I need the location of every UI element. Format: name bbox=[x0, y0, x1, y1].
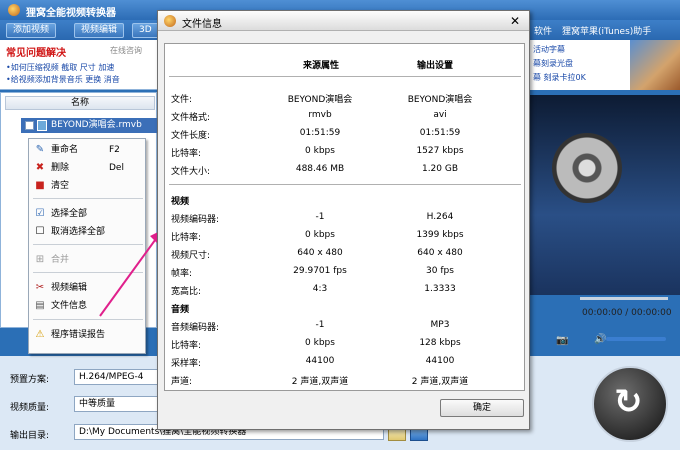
info-label: 比特率: bbox=[171, 341, 202, 351]
info-label: 视频尺寸: bbox=[171, 251, 211, 261]
info-source-value: 4:3 bbox=[312, 284, 328, 294]
info-output-value: 128 kbps bbox=[419, 338, 461, 348]
info-output-value: 1527 kbps bbox=[416, 146, 464, 156]
info-source-value: rmvb bbox=[308, 110, 332, 120]
info-output-value: 30 fps bbox=[426, 266, 454, 276]
ok-button[interactable]: 确定 bbox=[440, 399, 524, 417]
info-source-value: 01:51:59 bbox=[299, 128, 341, 138]
column-output: 输出设置 bbox=[417, 61, 454, 71]
info-label: 帧率: bbox=[171, 269, 193, 279]
info-output-value: avi bbox=[433, 110, 447, 120]
video-section-title: 视频 bbox=[171, 197, 190, 207]
info-source-value: 0 kbps bbox=[305, 230, 335, 240]
dialog-titlebar: 文件信息 ✕ bbox=[158, 11, 529, 31]
column-source: 来源属性 bbox=[303, 61, 340, 71]
info-label: 比特率: bbox=[171, 233, 202, 243]
info-source-value: 0 kbps bbox=[305, 146, 335, 156]
info-output-value: BEYOND演唱会 bbox=[407, 95, 473, 105]
info-source-value: 640 x 480 bbox=[297, 248, 343, 258]
close-icon[interactable]: ✕ bbox=[510, 15, 520, 27]
audio-section-title: 音频 bbox=[171, 305, 190, 315]
info-output-value: MP3 bbox=[430, 320, 450, 330]
info-label: 采样率: bbox=[171, 359, 202, 369]
file-info-dialog: 文件信息 ✕ 来源属性 输出设置 文件: BEYOND演唱会 BEYOND演唱会… bbox=[157, 10, 530, 430]
dialog-separator bbox=[169, 184, 521, 185]
info-label: 文件大小: bbox=[171, 167, 211, 177]
info-source-value: BEYOND演唱会 bbox=[287, 95, 353, 105]
info-label: 宽高比: bbox=[171, 287, 202, 297]
info-source-value: 29.9701 fps bbox=[293, 266, 347, 276]
info-label: 音频编码器: bbox=[171, 323, 220, 333]
info-source-value: -1 bbox=[315, 212, 325, 222]
info-label: 文件: bbox=[171, 95, 193, 105]
info-source-value: 44100 bbox=[305, 356, 335, 366]
info-source-value: 2 声道,双声道 bbox=[291, 377, 349, 387]
dialog-app-icon bbox=[164, 15, 176, 27]
info-output-value: 1399 kbps bbox=[416, 230, 464, 240]
info-label: 声道: bbox=[171, 377, 193, 387]
info-output-value: 640 x 480 bbox=[417, 248, 463, 258]
info-label: 视频编码器: bbox=[171, 215, 220, 225]
info-output-value: 2 声道,双声道 bbox=[411, 377, 469, 387]
info-source-value: 0 kbps bbox=[305, 338, 335, 348]
info-source-value: -1 bbox=[315, 320, 325, 330]
info-output-value: H.264 bbox=[426, 212, 454, 222]
info-output-value: 01:51:59 bbox=[419, 128, 461, 138]
file-info-panel: 来源属性 输出设置 文件: BEYOND演唱会 BEYOND演唱会 文件格式: … bbox=[164, 43, 525, 391]
info-output-value: 44100 bbox=[425, 356, 455, 366]
info-label: 文件长度: bbox=[171, 131, 211, 141]
dialog-title: 文件信息 bbox=[182, 19, 222, 30]
info-label: 比特率: bbox=[171, 149, 202, 159]
info-output-value: 1.3333 bbox=[424, 284, 456, 294]
dialog-separator bbox=[169, 76, 521, 77]
info-output-value: 1.20 GB bbox=[421, 164, 459, 174]
info-source-value: 488.46 MB bbox=[295, 164, 345, 174]
info-label: 文件格式: bbox=[171, 113, 211, 123]
